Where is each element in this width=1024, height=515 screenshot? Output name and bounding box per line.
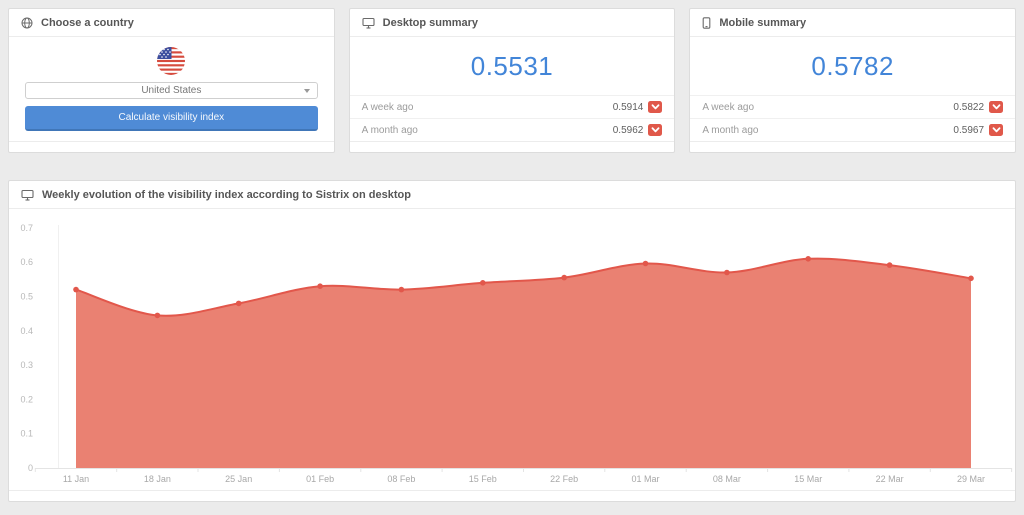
- desktop-week-row: A week ago 0.5914: [349, 95, 675, 118]
- x-axis-tick-label: 29 Mar: [957, 474, 985, 484]
- data-point: [886, 262, 893, 268]
- monitor-icon: [362, 17, 375, 29]
- us-flag-icon: [157, 47, 186, 75]
- data-point: [805, 256, 811, 262]
- data-point: [398, 286, 405, 293]
- desktop-month-row: A month ago 0.5962: [349, 118, 675, 141]
- row-value: 0.5822: [953, 101, 985, 113]
- desktop-card-title: Desktop summary: [382, 16, 479, 29]
- x-axis-tick-label: 25 Jan: [225, 474, 252, 484]
- y-axis-tick-label: 0: [28, 463, 33, 473]
- data-point: [154, 312, 161, 319]
- chart-card-title: Weekly evolution of the visibility index…: [42, 188, 411, 201]
- data-point: [561, 274, 567, 281]
- visibility-chart: 0 0.1 0.2 0.3 0.4 0.5 0.6 0.7 11 Jan 18 Jan 25 Jan…: [9, 209, 1015, 490]
- data-point: [480, 280, 486, 286]
- mobile-month-row: A month ago 0.5967: [690, 118, 1016, 141]
- data-point: [968, 275, 974, 282]
- data-point: [642, 260, 649, 267]
- chevron-down-icon: [651, 127, 660, 133]
- country-card-body: United States Calculate visibility index: [9, 37, 334, 141]
- data-point: [235, 300, 242, 307]
- trend-down-badge: [989, 101, 1004, 113]
- mobile-current-value: 0.5782: [811, 50, 894, 81]
- y-axis-tick-label: 0.5: [20, 292, 33, 302]
- country-card: Choose a country United States Calculate…: [8, 8, 335, 153]
- mobile-card-body: 0.5782 A week ago 0.5822 A month ago 0.5…: [690, 37, 1016, 141]
- x-axis-tick-label: 15 Mar: [794, 474, 822, 484]
- calculate-visibility-button[interactable]: Calculate visibility index: [25, 106, 318, 131]
- chart-card: Weekly evolution of the visibility index…: [8, 180, 1016, 502]
- chevron-down-icon: [992, 127, 1000, 133]
- row-label: A week ago: [361, 101, 414, 113]
- trend-down-badge: [648, 124, 663, 136]
- chart-card-footer: [9, 490, 1015, 501]
- mobile-summary-card: Mobile summary 0.5782 A week ago 0.5822 …: [689, 8, 1017, 153]
- y-axis-tick-label: 0.1: [20, 429, 33, 439]
- area-fill: [76, 258, 971, 468]
- y-axis-tick-label: 0.2: [20, 394, 33, 404]
- desktop-summary-card: Desktop summary 0.5531 A week ago 0.5914…: [348, 8, 676, 153]
- mobile-card-header: Mobile summary: [690, 9, 1016, 37]
- caret-down-icon: [303, 89, 310, 93]
- desktop-card-body: 0.5531 A week ago 0.5914 A month ago 0.5…: [349, 37, 675, 141]
- desktop-current-value: 0.5531: [470, 50, 554, 81]
- desktop-card-header: Desktop summary: [349, 9, 675, 37]
- dashboard-page: Choose a country United States Calculate…: [0, 0, 1024, 515]
- desktop-card-footer: [349, 141, 675, 152]
- chevron-down-icon: [651, 104, 660, 110]
- y-axis-tick-label: 0.3: [20, 360, 33, 370]
- x-axis-tick-label: 18 Jan: [144, 474, 171, 484]
- trend-down-badge: [648, 101, 663, 113]
- row-value: 0.5962: [612, 124, 644, 136]
- globe-icon: [21, 17, 33, 29]
- x-axis-tick-label: 11 Jan: [63, 474, 89, 484]
- smartphone-icon: [702, 16, 711, 29]
- x-axis-tick-label: 22 Feb: [550, 474, 578, 484]
- row-label: A month ago: [702, 124, 759, 136]
- data-point: [73, 286, 79, 293]
- visibility-chart-svg: 0 0.1 0.2 0.3 0.4 0.5 0.6 0.7 11 Jan 18 Jan 25 Jan…: [20, 223, 1013, 484]
- country-card-header: Choose a country: [9, 9, 334, 37]
- mobile-week-row: A week ago 0.5822: [690, 95, 1016, 118]
- x-axis-tick-label: 01 Feb: [306, 474, 334, 484]
- row-value: 0.5914: [612, 101, 644, 113]
- y-axis-tick-label: 0.7: [20, 223, 33, 233]
- mobile-card-title: Mobile summary: [719, 16, 807, 29]
- chevron-down-icon: [992, 104, 1000, 110]
- mobile-card-footer: [690, 141, 1016, 152]
- x-axis-tick-label: 22 Mar: [876, 474, 904, 484]
- y-axis-tick-label: 0.6: [20, 257, 33, 267]
- summary-cards-row: Choose a country United States Calculate…: [8, 8, 1017, 153]
- row-label: A week ago: [702, 101, 755, 113]
- x-axis-tick-label: 15 Feb: [469, 474, 497, 484]
- trend-down-badge: [989, 124, 1004, 136]
- country-card-footer: [9, 141, 334, 152]
- country-select[interactable]: United States: [25, 82, 318, 99]
- data-point: [724, 269, 730, 276]
- y-axis-tick-label: 0.4: [20, 326, 33, 336]
- country-select-value: United States: [141, 85, 202, 96]
- x-axis-tick-label: 08 Mar: [713, 474, 741, 484]
- row-value: 0.5967: [953, 124, 985, 136]
- country-card-title: Choose a country: [41, 16, 134, 29]
- x-axis-tick-label: 01 Mar: [631, 474, 659, 484]
- data-point: [317, 283, 323, 289]
- chart-card-header: Weekly evolution of the visibility index…: [9, 181, 1015, 209]
- x-axis-tick-label: 08 Feb: [387, 474, 415, 484]
- row-label: A month ago: [361, 124, 418, 136]
- monitor-icon: [21, 189, 34, 201]
